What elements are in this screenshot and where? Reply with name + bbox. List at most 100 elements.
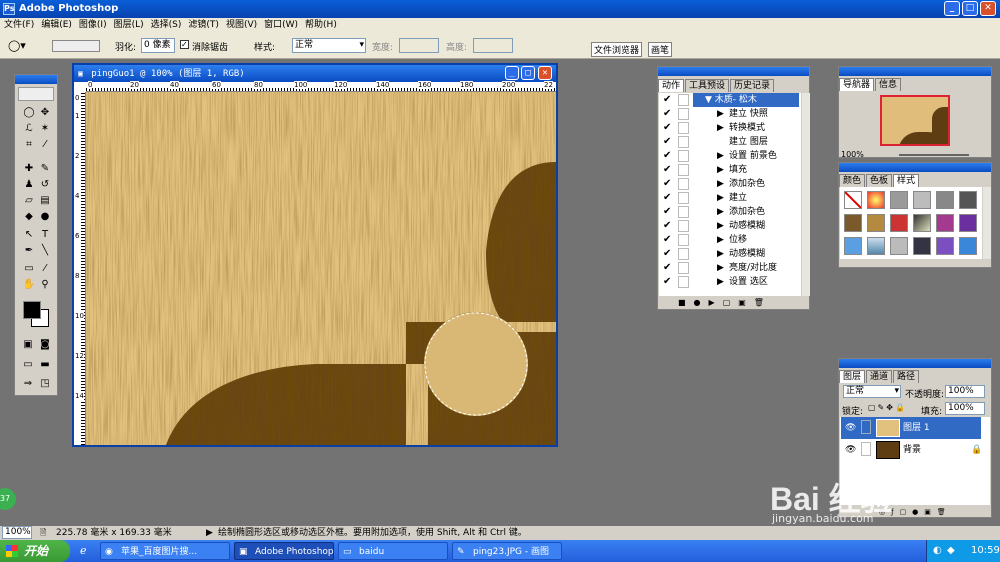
menu-layer[interactable]: 图层(L) (110, 18, 147, 33)
action-row[interactable]: ✔ ▶ 设置 前景色 (659, 149, 801, 163)
action-row[interactable]: ✔ ▶ 位移 (659, 233, 801, 247)
dialog-toggle[interactable] (678, 164, 689, 176)
menu-view[interactable]: 视图(V) (222, 18, 260, 33)
layer-row[interactable]: 👁 背景 🔒 (841, 439, 982, 461)
style-swatch[interactable] (913, 191, 931, 209)
action-row[interactable]: ✔ ▶ 动感模糊 (659, 219, 801, 233)
tab-tool-presets[interactable]: 工具预设 (685, 79, 730, 92)
check-icon[interactable]: ✔ (663, 277, 673, 287)
lasso-tool-icon[interactable]: ℒ (21, 122, 37, 136)
zoom-tool-icon[interactable]: ⚲ (37, 278, 53, 292)
check-icon[interactable]: ✔ (663, 109, 673, 119)
stamp-tool-icon[interactable]: ♟ (21, 178, 37, 192)
menu-image[interactable]: 图像(I) (75, 18, 110, 33)
image-canvas[interactable] (86, 92, 556, 445)
line-tool-icon[interactable]: ╲ (37, 244, 53, 258)
dialog-toggle[interactable] (678, 94, 689, 106)
check-icon[interactable]: ✔ (663, 179, 673, 189)
check-icon[interactable]: ✔ (663, 165, 673, 175)
action-row[interactable]: ✔ ▶ 建立 (659, 191, 801, 205)
dialog-toggle[interactable] (678, 136, 689, 148)
quickmask-mode-icon[interactable]: ◙ (37, 338, 53, 352)
check-icon[interactable]: ✔ (663, 263, 673, 273)
status-zoom[interactable]: 100% (2, 526, 32, 539)
action-row[interactable]: ✔ ▶ 填充 (659, 163, 801, 177)
menu-help[interactable]: 帮助(H) (301, 18, 340, 33)
actions-footer-buttons[interactable]: ■●▶▢▣🗑 (658, 297, 809, 309)
actions-scrollbar[interactable] (802, 93, 810, 296)
clock[interactable]: 10:59 (971, 540, 1000, 562)
action-row[interactable]: ✔ ▶ 设置 选区 (659, 275, 801, 289)
check-icon[interactable]: ✔ (663, 193, 673, 203)
height-input[interactable] (473, 38, 513, 53)
style-swatch[interactable] (936, 237, 954, 255)
navigator-thumbnail[interactable] (880, 95, 950, 146)
hand-tool-icon[interactable]: ✋ (21, 278, 37, 292)
style-swatch-none[interactable] (844, 191, 862, 209)
eraser-tool-icon[interactable]: ▱ (21, 194, 37, 208)
dialog-toggle[interactable] (678, 192, 689, 204)
tab-navigator[interactable]: 导航器 (839, 78, 875, 91)
magic-wand-icon[interactable]: ✶ (37, 122, 53, 136)
dialog-toggle[interactable] (678, 234, 689, 246)
dialog-toggle[interactable] (678, 122, 689, 134)
dialog-toggle[interactable] (678, 262, 689, 274)
jump-to-imageready-icon[interactable]: ⇒ (20, 377, 36, 391)
doc-maximize-button[interactable]: □ (521, 66, 535, 80)
navigator-preview-area[interactable] (840, 91, 990, 149)
type-tool-icon[interactable]: T (37, 228, 53, 242)
navigator-zoom-slider[interactable] (899, 154, 969, 156)
dialog-toggle[interactable] (678, 276, 689, 288)
slice-tool-icon[interactable]: ⁄ (37, 138, 53, 152)
check-icon[interactable]: ✔ (663, 207, 673, 217)
style-swatch[interactable] (913, 237, 931, 255)
tab-layers[interactable]: 图层 (839, 370, 866, 383)
brush-tool-icon[interactable]: ✎ (37, 162, 53, 176)
tab-styles[interactable]: 样式 (893, 174, 920, 187)
path-select-icon[interactable]: ↖ (21, 228, 37, 242)
eye-icon[interactable]: 👁 (845, 439, 856, 461)
imageready-icon[interactable]: ◳ (37, 377, 53, 391)
style-swatch[interactable] (867, 191, 885, 209)
volume-icon[interactable]: ◐ (933, 540, 942, 562)
task-browser[interactable]: ◉ 苹果_百度图片搜... (100, 542, 230, 560)
start-button[interactable]: 开始 (0, 540, 70, 562)
selection-mode-buttons[interactable] (52, 40, 100, 52)
dialog-toggle[interactable] (678, 220, 689, 232)
action-row[interactable]: ✔ 建立 图层 (659, 135, 801, 149)
ellipse-marquee-icon[interactable]: ◯▾ (8, 39, 26, 52)
blur-tool-icon[interactable]: ◆ (21, 210, 37, 224)
layer-row[interactable]: 👁 图层 1 (841, 417, 981, 439)
doc-close-button[interactable]: ✕ (538, 66, 552, 80)
close-button[interactable]: ✕ (980, 1, 996, 16)
check-icon[interactable]: ✔ (663, 235, 673, 245)
crop-tool-icon[interactable]: ⌗ (21, 138, 37, 152)
action-row[interactable]: ✔ ▶ 亮度/对比度 (659, 261, 801, 275)
check-icon[interactable]: ✔ (663, 95, 673, 105)
move-tool-icon[interactable]: ✥ (37, 106, 53, 120)
check-icon[interactable]: ✔ (663, 249, 673, 259)
check-icon[interactable]: ✔ (663, 221, 673, 231)
dialog-toggle[interactable] (678, 150, 689, 162)
style-swatch[interactable] (959, 237, 977, 255)
menu-edit[interactable]: 编辑(E) (37, 18, 75, 33)
style-swatch[interactable] (890, 237, 908, 255)
eye-icon[interactable]: 👁 (845, 417, 856, 439)
style-swatch[interactable] (844, 237, 862, 255)
style-swatch[interactable] (936, 214, 954, 232)
check-icon[interactable]: ✔ (663, 137, 673, 147)
lock-icons[interactable]: ▢✎✥🔒 (868, 403, 907, 412)
minimize-button[interactable]: _ (944, 1, 960, 16)
action-row[interactable]: ✔ ▼ 木质- 松木 (659, 93, 801, 107)
style-swatch[interactable] (867, 214, 885, 232)
dialog-toggle[interactable] (678, 108, 689, 120)
navigator-zoom[interactable]: 100% (841, 150, 864, 159)
gradient-tool-icon[interactable]: ▤ (37, 194, 53, 208)
fullscreen-mode-icon[interactable]: ▬ (37, 358, 53, 372)
style-swatch[interactable] (936, 191, 954, 209)
action-row[interactable]: ✔ ▶ 添加杂色 (659, 205, 801, 219)
style-swatch[interactable] (959, 191, 977, 209)
style-swatch[interactable] (913, 214, 931, 232)
standard-mode-icon[interactable]: ▣ (20, 338, 36, 352)
style-select[interactable]: 正常 ▾ (292, 38, 366, 53)
